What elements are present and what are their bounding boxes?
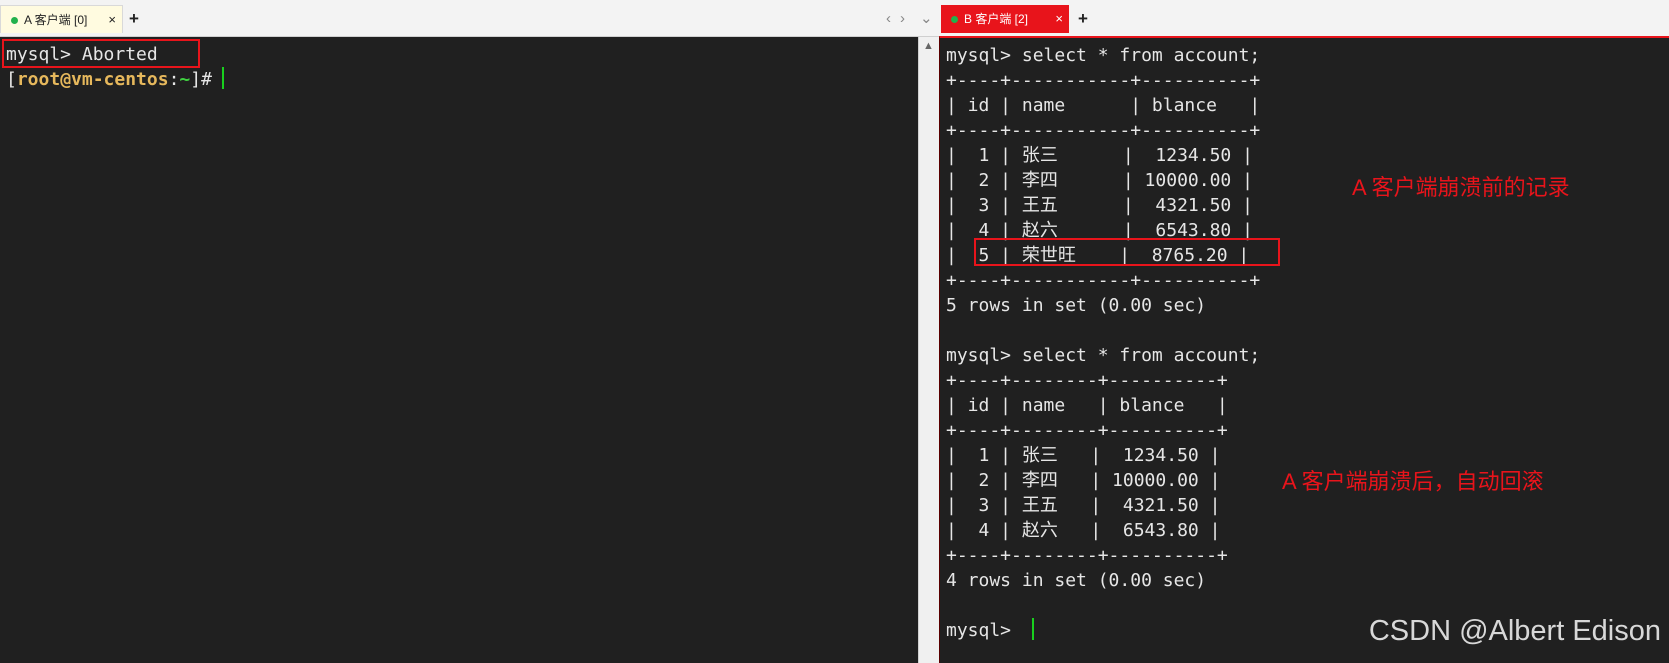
terminal-output-a[interactable]: mysql> Aborted [root@vm-centos:~]# bbox=[0, 37, 918, 663]
prompt-end: ]# bbox=[190, 69, 212, 90]
terminal-line: +----+--------+----------+ bbox=[946, 370, 1228, 391]
tab-label: B 客户端 [2] bbox=[964, 12, 1029, 26]
terminal-pane-b: B 客户端 [2] × + mysql> select * from accou… bbox=[939, 0, 1669, 663]
scroll-up-icon[interactable]: ▲ bbox=[923, 40, 934, 52]
terminal-line: | 1 | 张三 | 1234.50 | bbox=[946, 145, 1253, 166]
terminal-lines: mysql> select * from account; +----+-----… bbox=[946, 43, 1260, 643]
terminal-line: +----+--------+----------+ bbox=[946, 420, 1228, 441]
terminal-line: | 4 | 赵六 | 6543.80 | bbox=[946, 520, 1221, 541]
terminal-line: +----+-----------+----------+ bbox=[946, 120, 1261, 141]
prompt-colon: : bbox=[168, 69, 180, 90]
terminal-output-b[interactable]: mysql> select * from account; +----+-----… bbox=[939, 36, 1669, 663]
terminal-line: | 2 | 李四 | 10000.00 | bbox=[946, 470, 1221, 491]
terminal-line: | 3 | 王五 | 4321.50 | bbox=[946, 495, 1221, 516]
terminal-line: +----+-----------+----------+ bbox=[946, 270, 1261, 291]
terminal-line: mysql> select * from account; bbox=[946, 45, 1261, 66]
add-tab-icon[interactable]: + bbox=[1078, 7, 1088, 31]
tab-bar-a: A 客户端 [0] × + ‹ › ⌄ bbox=[0, 0, 939, 37]
add-tab-icon[interactable]: + bbox=[129, 7, 139, 31]
status-dot-icon bbox=[11, 17, 18, 24]
watermark: CSDN @Albert Edison bbox=[1368, 615, 1661, 647]
annotation-after-crash: A 客户端崩溃后，自动回滚 bbox=[1282, 469, 1544, 494]
terminal-line: | id | name | blance | bbox=[946, 95, 1261, 116]
chevron-left-icon[interactable]: ‹ bbox=[886, 8, 891, 30]
terminal-line: | 2 | 李四 | 10000.00 | bbox=[946, 170, 1253, 191]
scrollbar[interactable]: ▲ bbox=[918, 37, 939, 663]
prompt-path: ~ bbox=[179, 69, 191, 90]
terminal-line: mysql> select * from account; bbox=[946, 345, 1261, 366]
highlight-box-row-5 bbox=[974, 238, 1280, 266]
cursor bbox=[221, 67, 224, 89]
terminal-line: | 1 | 张三 | 1234.50 | bbox=[946, 445, 1221, 466]
tab-label: A 客户端 [0] bbox=[24, 13, 88, 27]
chevron-down-icon[interactable]: ⌄ bbox=[920, 8, 933, 30]
shell-prompt: [root@vm-centos:~]# bbox=[6, 67, 224, 92]
terminal-line: 4 rows in set (0.00 sec) bbox=[946, 570, 1207, 591]
close-tab-icon[interactable]: × bbox=[108, 6, 116, 34]
terminal-line: +----+-----------+----------+ bbox=[946, 70, 1261, 91]
tab-client-a[interactable]: A 客户端 [0] × bbox=[0, 5, 123, 33]
terminal-line: | id | name | blance | bbox=[946, 395, 1228, 416]
highlight-box-aborted bbox=[2, 39, 200, 68]
terminal-pane-a: A 客户端 [0] × + ‹ › ⌄ mysql> Aborted [root… bbox=[0, 0, 939, 663]
cursor bbox=[1031, 618, 1034, 640]
tab-bar-b: B 客户端 [2] × + bbox=[939, 0, 1669, 37]
status-dot-icon bbox=[951, 16, 958, 23]
chevron-right-icon[interactable]: › bbox=[900, 8, 905, 30]
terminal-line: 5 rows in set (0.00 sec) bbox=[946, 295, 1207, 316]
close-tab-icon[interactable]: × bbox=[1055, 5, 1063, 33]
terminal-line: mysql> bbox=[946, 618, 1260, 643]
terminal-line: +----+--------+----------+ bbox=[946, 545, 1228, 566]
prompt-bracket: [ bbox=[6, 69, 17, 90]
annotation-before-crash: A 客户端崩溃前的记录 bbox=[1352, 175, 1570, 200]
prompt-user-host: root@vm-centos bbox=[16, 69, 169, 90]
tab-client-b[interactable]: B 客户端 [2] × bbox=[941, 5, 1069, 33]
terminal-line: | 3 | 王五 | 4321.50 | bbox=[946, 195, 1253, 216]
